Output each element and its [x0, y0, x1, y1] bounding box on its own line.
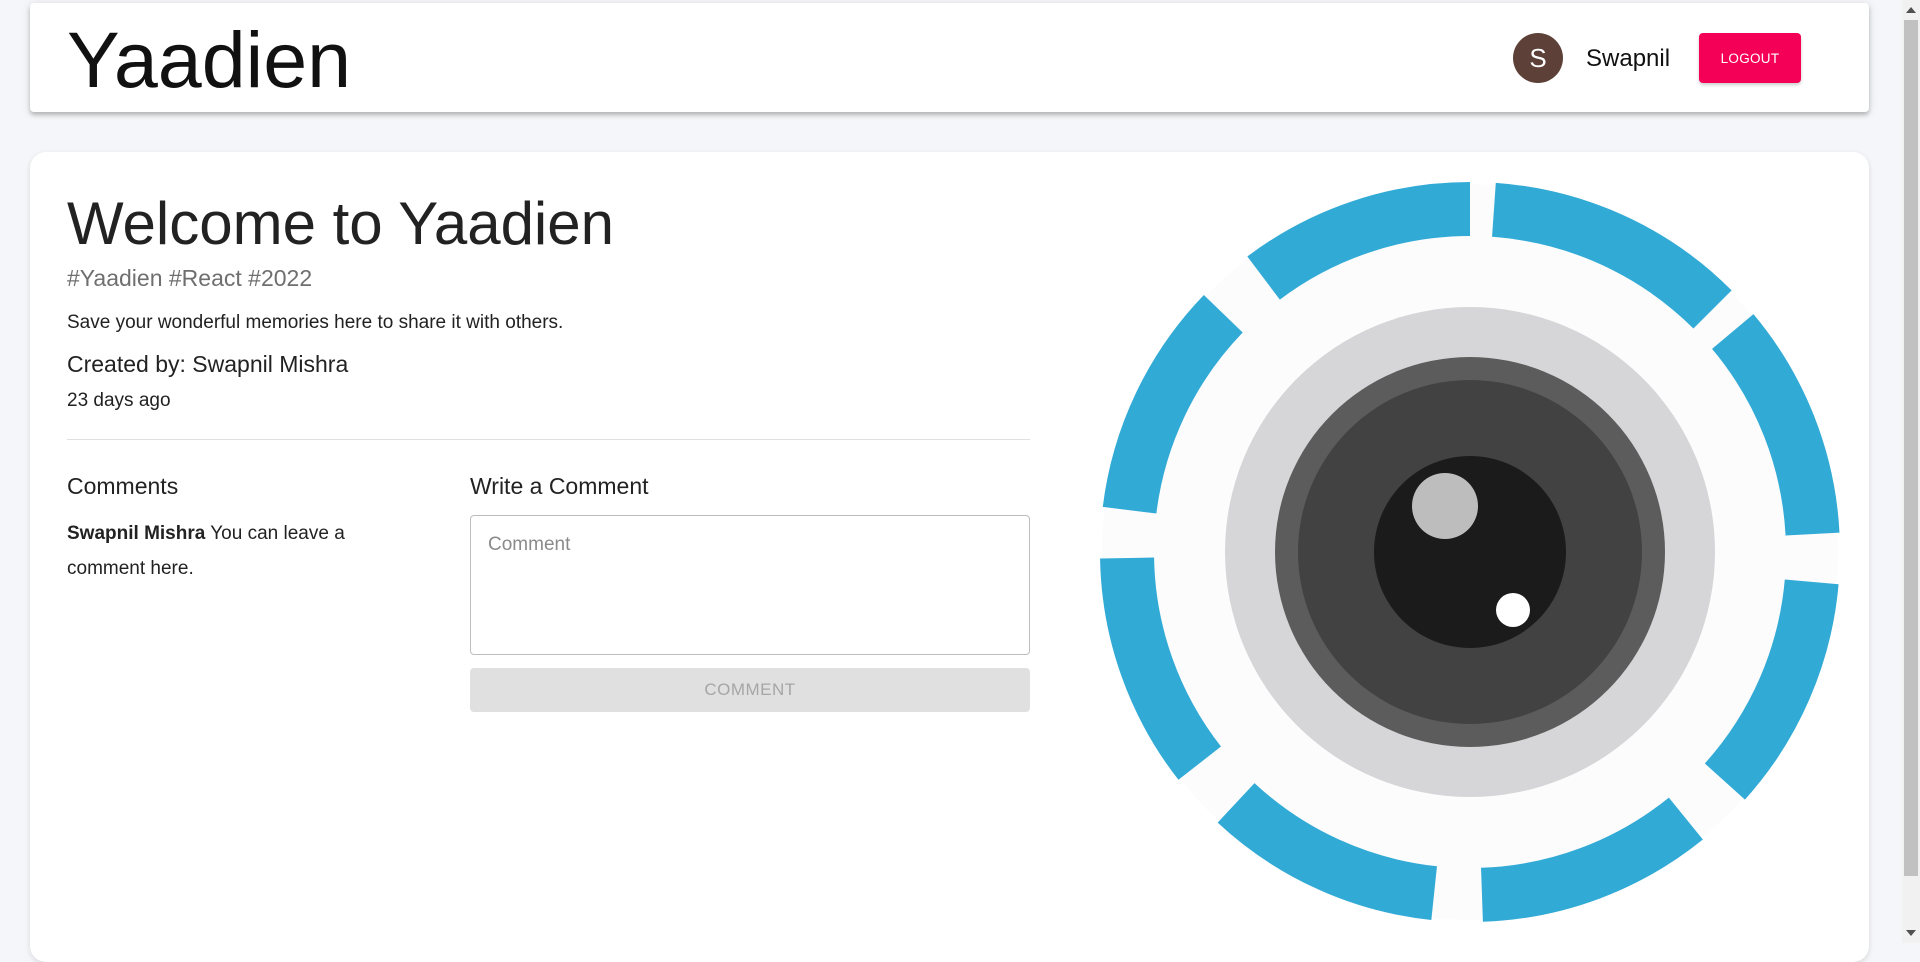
post-timestamp: 23 days ago: [67, 390, 171, 411]
avatar[interactable]: S: [1513, 33, 1563, 83]
divider: [67, 439, 1030, 440]
comment-item: Swapnil Mishra You can leave a comment h…: [67, 516, 397, 586]
app-bar: Yaadien S Swapnil LOGOUT: [30, 3, 1869, 112]
scroll-down-arrow-icon[interactable]: [1906, 930, 1916, 936]
post-author: Created by: Swapnil Mishra: [67, 351, 349, 377]
post-tags: #Yaadien #React #2022: [67, 265, 313, 291]
comment-input[interactable]: [470, 515, 1030, 655]
scrollbar-thumb[interactable]: [1904, 20, 1918, 876]
vertical-scrollbar[interactable]: [1902, 0, 1920, 943]
scroll-up-arrow-icon[interactable]: [1906, 7, 1916, 13]
post-message: Save your wonderful memories here to sha…: [67, 312, 564, 333]
brand-title[interactable]: Yaadien: [67, 15, 351, 105]
write-comment-heading: Write a Comment: [470, 473, 649, 499]
camera-lens-icon: [1100, 182, 1840, 922]
comments-heading: Comments: [67, 473, 179, 499]
user-name: Swapnil: [1586, 45, 1671, 72]
post-title: Welcome to Yaadien: [67, 190, 615, 257]
comment-author: Swapnil Mishra: [67, 523, 206, 544]
comment-submit-button[interactable]: COMMENT: [470, 668, 1030, 712]
post-details-card: Welcome to Yaadien #Yaadien #React #2022…: [30, 152, 1869, 962]
logout-button[interactable]: LOGOUT: [1699, 33, 1801, 83]
